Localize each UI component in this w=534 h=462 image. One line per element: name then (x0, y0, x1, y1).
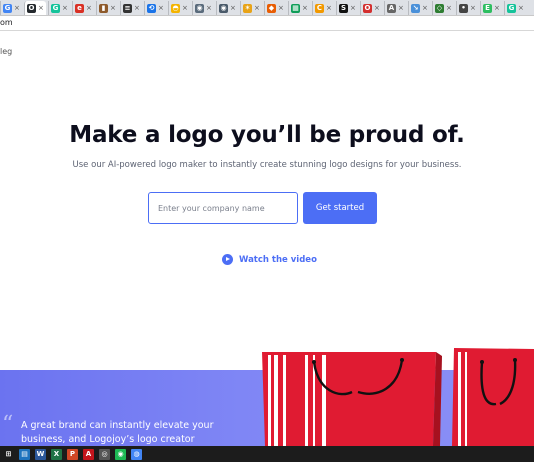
browser-tab[interactable]: ✶ × (240, 1, 262, 15)
browser-tab[interactable]: G × (504, 1, 526, 15)
close-tab-icon[interactable]: × (134, 4, 140, 13)
chart-icon: ▮ (99, 4, 108, 13)
browser-tab[interactable]: • × (456, 1, 478, 15)
browser-tab-strip: G × O × G × e × ▮ × ≡ × ⟲ × ◓ × ◉ × ◉ × ✶ × ◆ × ▦ × C × S × O × A × ↘ × ◇ × • ×… (0, 0, 534, 16)
grammarly-icon: G (51, 4, 60, 13)
close-tab-icon[interactable]: × (398, 4, 404, 13)
close-tab-icon[interactable]: × (494, 4, 500, 13)
quote-icon: “ (2, 412, 14, 437)
spotify-icon[interactable]: ◉ (115, 448, 126, 460)
close-tab-icon[interactable]: × (518, 4, 524, 13)
acrobat-icon[interactable]: A (83, 448, 94, 460)
hero-subtitle: Use our AI-powered logo maker to instant… (72, 160, 462, 170)
browser-tab[interactable]: ▦ × (288, 1, 310, 15)
close-tab-icon[interactable]: × (470, 4, 476, 13)
flag-icon: ◆ (267, 4, 276, 13)
close-tab-icon[interactable]: × (326, 4, 332, 13)
browser-tab[interactable]: e × (72, 1, 94, 15)
grammarly-icon: G (507, 4, 516, 13)
word-icon[interactable]: W (35, 448, 46, 460)
file-explorer-icon[interactable]: ▤ (19, 448, 30, 460)
watch-video-link[interactable]: Watch the video (222, 254, 317, 265)
handle-rivet (480, 360, 484, 364)
site-logo-fragment[interactable]: leg (0, 47, 12, 56)
browser-tab[interactable]: ◉ × (216, 1, 238, 15)
document-icon: ≡ (123, 4, 132, 13)
chrome-icon[interactable]: ◍ (131, 448, 142, 460)
close-tab-icon[interactable]: × (110, 4, 116, 13)
browser-tab[interactable]: ↘ × (408, 1, 430, 15)
powerpoint-icon[interactable]: P (67, 448, 78, 460)
excel-icon[interactable]: X (51, 448, 62, 460)
dots-icon: • (459, 4, 468, 13)
close-tab-icon[interactable]: × (206, 4, 212, 13)
browser-tab[interactable]: G × (48, 1, 70, 15)
close-tab-icon[interactable]: × (374, 4, 380, 13)
grid-icon: ▦ (291, 4, 300, 13)
company-name-input[interactable] (148, 192, 298, 224)
close-tab-icon[interactable]: × (62, 4, 68, 13)
globe-icon[interactable]: ◎ (99, 448, 110, 460)
close-tab-icon[interactable]: × (446, 4, 452, 13)
windows-start-icon[interactable]: ⊞ (3, 448, 14, 460)
browser-tab[interactable]: S × (336, 1, 358, 15)
browser-tab[interactable]: ⟲ × (144, 1, 166, 15)
browser-tab[interactable]: O × (24, 1, 46, 15)
browser-tab[interactable]: E × (480, 1, 502, 15)
testimonial-text: A great brand can instantly elevate your… (21, 420, 214, 445)
browser-tab[interactable]: A × (384, 1, 406, 15)
google-icon: G (3, 4, 12, 13)
handle-rivet (400, 358, 404, 362)
browser-tab[interactable]: O × (360, 1, 382, 15)
close-tab-icon[interactable]: × (38, 4, 44, 13)
sp-icon: S (339, 4, 348, 13)
url-text[interactable]: om (0, 18, 13, 27)
watch-video-label: Watch the video (239, 254, 317, 265)
close-tab-icon[interactable]: × (278, 4, 284, 13)
site-icon: e (75, 4, 84, 13)
hero-title: Make a logo you’ll be proud of. (69, 122, 465, 148)
close-tab-icon[interactable]: × (230, 4, 236, 13)
arrow-icon: ↘ (411, 4, 420, 13)
close-tab-icon[interactable]: × (14, 4, 20, 13)
close-tab-icon[interactable]: × (182, 4, 188, 13)
get-started-button[interactable]: Get started (303, 192, 377, 224)
text-icon: A (387, 4, 396, 13)
address-bar[interactable]: om (0, 16, 534, 31)
handle-rivet (513, 358, 517, 362)
browser-tab[interactable]: ◓ × (168, 1, 190, 15)
handle-rivet (312, 360, 316, 364)
windows-taskbar: ⊞ ▤ W X P A ◎ ◉ ◍ (0, 446, 534, 462)
steam-icon: ◉ (195, 4, 204, 13)
opera-icon: O (363, 4, 372, 13)
shield-icon: ◇ (435, 4, 444, 13)
browser-tab[interactable]: ◉ × (192, 1, 214, 15)
link-icon: ⟲ (147, 4, 156, 13)
browser-tab[interactable]: ◇ × (432, 1, 454, 15)
close-tab-icon[interactable]: × (254, 4, 260, 13)
close-tab-icon[interactable]: × (158, 4, 164, 13)
browser-tab[interactable]: ▮ × (96, 1, 118, 15)
rainbow-icon: ◓ (171, 4, 180, 13)
close-tab-icon[interactable]: × (422, 4, 428, 13)
close-tab-icon[interactable]: × (86, 4, 92, 13)
star-icon: ✶ (243, 4, 252, 13)
evernote-icon: E (483, 4, 492, 13)
browser-tab[interactable]: G × (0, 1, 22, 15)
steam-icon: ◉ (219, 4, 228, 13)
coin-icon: C (315, 4, 324, 13)
close-tab-icon[interactable]: × (350, 4, 356, 13)
github-icon: O (27, 4, 36, 13)
browser-tab[interactable]: C × (312, 1, 334, 15)
close-tab-icon[interactable]: × (302, 4, 308, 13)
browser-tab[interactable]: ◆ × (264, 1, 286, 15)
play-icon (222, 254, 233, 265)
browser-tab[interactable]: ≡ × (120, 1, 142, 15)
